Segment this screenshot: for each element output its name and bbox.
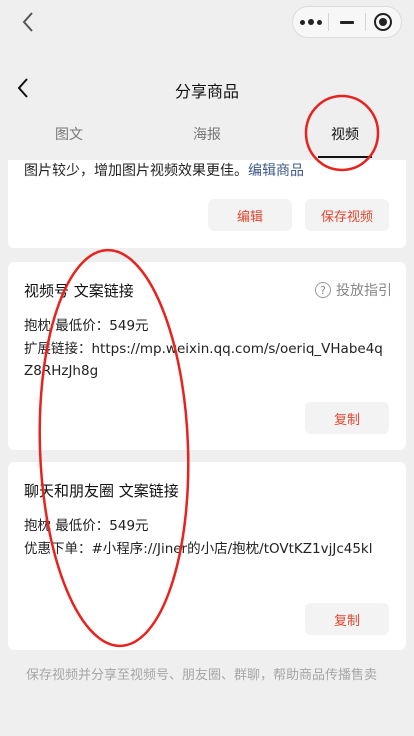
edit-product-link[interactable]: 编辑商品 — [248, 163, 304, 179]
video-tip: 图片较少，增加图片视频效果更佳。编辑商品 — [24, 160, 304, 180]
tab-poster[interactable]: 海报 — [138, 110, 276, 158]
question-icon: ? — [315, 282, 331, 298]
video-card: 图片较少，增加图片视频效果更佳。编辑商品 编辑 保存视频 — [8, 160, 406, 248]
edit-button[interactable]: 编辑 — [208, 199, 292, 231]
card-title: 聊天和朋友圈 文案链接 — [24, 482, 179, 500]
more-options-icon[interactable] — [293, 7, 328, 37]
extension-link-line: 扩展链接：https://mp.weixin.qq.com/s/oeriq_VH… — [24, 341, 383, 379]
page-title: 分享商品 — [174, 82, 239, 101]
channels-copy-card: 视频号 文案链接 ? 投放指引 抱枕 最低价：549元 扩展链接：https:/… — [8, 262, 406, 450]
copy-button[interactable]: 复制 — [305, 402, 389, 434]
minimize-icon[interactable] — [329, 7, 364, 37]
price-line: 抱枕 最低价：549元 — [24, 518, 149, 534]
tip-text: 图片较少，增加图片视频效果更佳。 — [24, 163, 248, 179]
chat-copy-card: 聊天和朋友圈 文案链接 抱枕 最低价：549元 优惠下单：#小程序://Jine… — [8, 462, 406, 650]
tab-video[interactable]: 视频 — [276, 110, 414, 158]
mini-program-nav-bar — [0, 0, 414, 44]
card-title: 视频号 文案链接 — [24, 282, 134, 300]
page-header: 分享商品 — [0, 66, 414, 110]
back-arrow-icon[interactable] — [14, 8, 42, 36]
footer-note: 保存视频并分享至视频号、朋友圈、群聊，帮助商品传播售卖 — [26, 668, 378, 683]
guide-label: 投放指引 — [336, 283, 392, 299]
tab-bar: 图文 海报 视频 — [0, 110, 414, 158]
close-target-icon[interactable] — [366, 7, 401, 37]
capsule-menu — [292, 6, 402, 38]
save-video-button[interactable]: 保存视频 — [305, 199, 389, 231]
guide-link[interactable]: ? 投放指引 — [315, 280, 392, 300]
miniprogram-link-line: 优惠下单：#小程序://Jiner的小店/抱枕/tOVtKZ1vjJc45kl — [24, 541, 373, 557]
price-line: 抱枕 最低价：549元 — [24, 318, 149, 334]
tab-image-text[interactable]: 图文 — [0, 110, 138, 158]
copy-button[interactable]: 复制 — [305, 603, 389, 635]
